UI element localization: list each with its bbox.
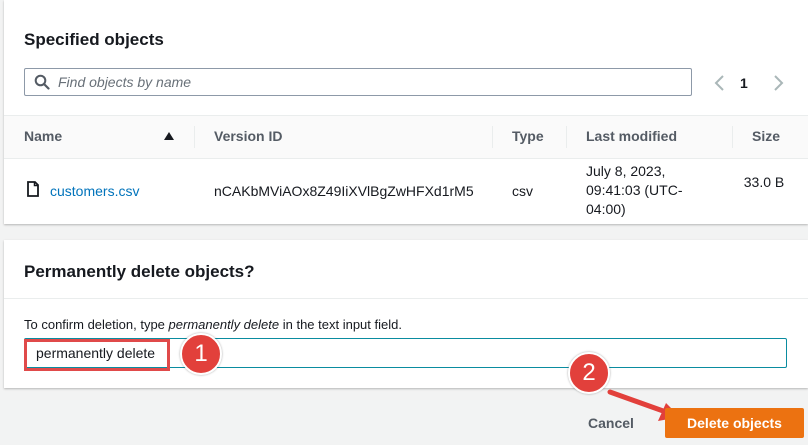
instruction-suffix: in the text input field. — [279, 317, 402, 332]
sort-ascending-icon[interactable] — [164, 131, 174, 141]
column-divider — [194, 126, 195, 148]
version-id-cell: nCAKbMViAOx8Z49IiXVlBgZwHFXd1rM5 — [214, 183, 474, 199]
column-divider — [566, 126, 567, 148]
pagination-current-page[interactable]: 1 — [740, 75, 748, 97]
chevron-right-icon[interactable] — [770, 72, 786, 94]
search-input[interactable] — [58, 72, 658, 92]
file-icon — [27, 181, 39, 197]
column-header-type[interactable]: Type — [512, 128, 544, 144]
column-header-size[interactable]: Size — [752, 128, 780, 144]
table-row: customers.csv nCAKbMViAOx8Z49IiXVlBgZwHF… — [4, 157, 808, 224]
specified-objects-title: Specified objects — [24, 30, 164, 49]
column-header-name[interactable]: Name — [24, 128, 62, 144]
specified-objects-panel: Specified objects 1 Name Version ID Type… — [4, 0, 808, 224]
divider — [4, 298, 808, 299]
search-icon — [34, 74, 50, 90]
chevron-left-icon[interactable] — [712, 72, 728, 94]
column-divider — [492, 126, 493, 148]
column-header-version-id[interactable]: Version ID — [214, 128, 282, 144]
delete-objects-button[interactable]: Delete objects — [665, 408, 804, 438]
highlight-box — [24, 339, 170, 371]
instruction-phrase: permanently delete — [168, 317, 280, 332]
step-1-callout: 1 — [180, 333, 222, 375]
column-divider — [732, 126, 733, 148]
last-modified-cell: July 8, 2023, 09:41:03 (UTC-04:00) — [586, 163, 683, 217]
instruction-prefix: To confirm deletion, type — [24, 317, 169, 332]
search-box[interactable] — [24, 68, 692, 96]
column-header-last-modified[interactable]: Last modified — [586, 128, 677, 144]
file-link[interactable]: customers.csv — [50, 183, 139, 199]
cancel-button[interactable]: Cancel — [575, 408, 647, 438]
permanently-delete-title: Permanently delete objects? — [24, 262, 255, 281]
confirm-instruction: To confirm deletion, type permanently de… — [24, 317, 402, 332]
type-cell: csv — [512, 183, 533, 199]
size-cell: 33.0 B — [743, 174, 785, 190]
table-header: Name Version ID Type Last modified Size — [4, 115, 808, 159]
